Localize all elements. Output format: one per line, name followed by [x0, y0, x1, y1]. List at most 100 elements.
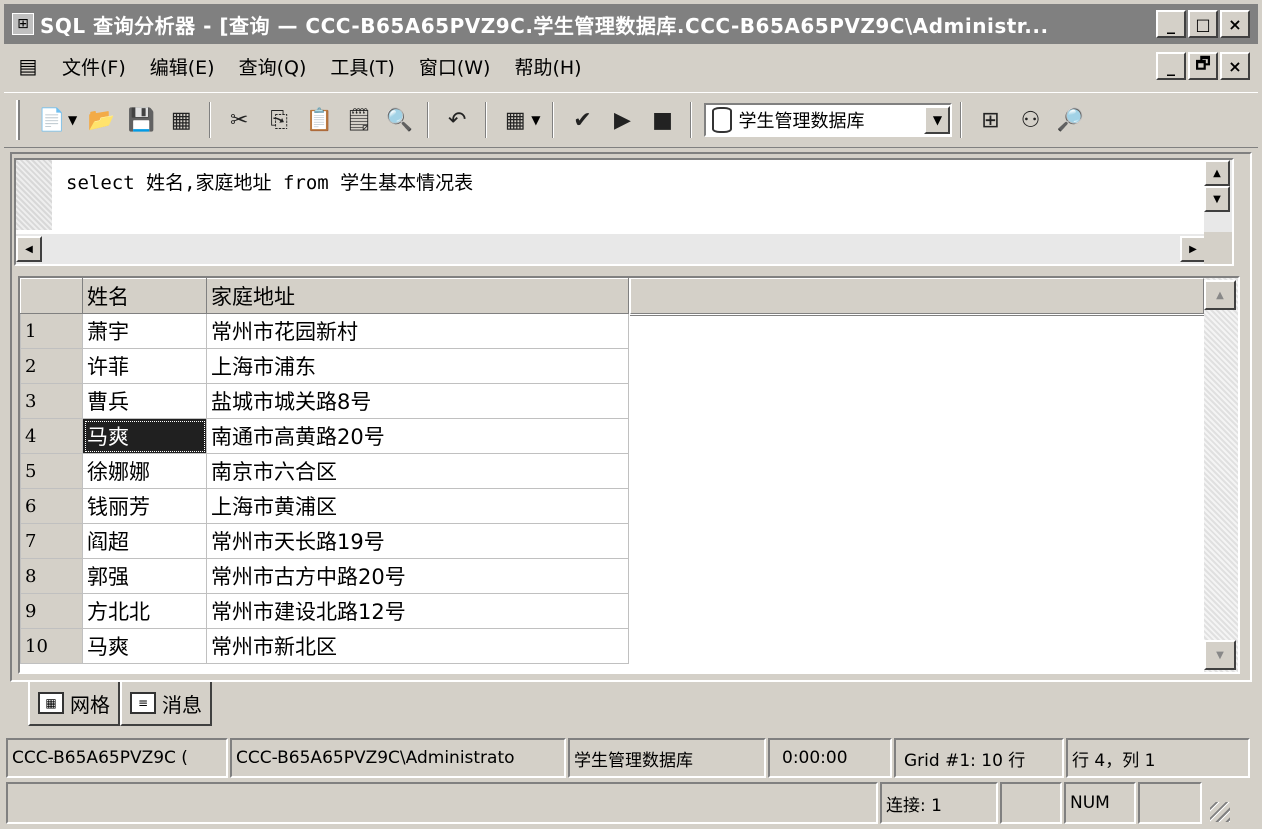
cell-address[interactable]: 常州市古方中路20号 — [206, 558, 629, 594]
child-restore-button[interactable]: 🗗 — [1188, 52, 1218, 80]
database-select[interactable]: 学生管理数据库 ▼ — [704, 103, 953, 137]
cell-name[interactable]: 郭强 — [82, 558, 207, 594]
menu-help[interactable]: 帮助(H) — [502, 53, 593, 80]
parse-check-icon[interactable]: ✔ — [567, 105, 597, 135]
editor-vertical-scrollbar[interactable]: ▲ ▼ — [1204, 160, 1232, 232]
open-folder-icon[interactable]: 📂 — [86, 105, 116, 135]
row-number[interactable]: 9 — [20, 593, 83, 629]
cell-address[interactable]: 常州市天长路19号 — [206, 523, 629, 559]
row-number[interactable]: 10 — [20, 628, 83, 664]
chevron-down-icon[interactable]: ▼ — [924, 106, 951, 134]
row-number[interactable]: 7 — [20, 523, 83, 559]
cell-address[interactable]: 上海市浦东 — [206, 348, 629, 384]
copy-icon[interactable]: ⎘ — [264, 105, 294, 135]
close-button[interactable]: × — [1220, 10, 1250, 38]
title-bar: ⊞ SQL 查询分析器 - [查询 — CCC-B65A65PVZ9C.学生管理… — [4, 4, 1258, 44]
cell-address[interactable]: 南通市高黄路20号 — [206, 418, 629, 454]
scroll-up-icon[interactable]: ▲ — [1204, 160, 1230, 186]
database-select-value: 学生管理数据库 — [738, 111, 865, 132]
grid-scroll-up-icon[interactable]: ▲ — [1204, 280, 1236, 310]
column-header-address[interactable]: 家庭地址 — [206, 278, 629, 314]
cell-name[interactable]: 许菲 — [82, 348, 207, 384]
cell-name[interactable]: 萧宇 — [82, 313, 207, 349]
find-icon[interactable]: 🔍 — [384, 105, 414, 135]
tab-grid-label: 网格 — [70, 692, 110, 717]
cell-address[interactable]: 上海市黄浦区 — [206, 488, 629, 524]
cell-name-selected[interactable]: 马爽 — [82, 418, 207, 454]
row-number[interactable]: 6 — [20, 488, 83, 524]
tab-grid[interactable]: ▦ 网格 — [28, 682, 120, 726]
child-close-button[interactable]: × — [1220, 52, 1250, 80]
status-row-count: Grid #1: 10 行 — [894, 738, 1064, 778]
object-search-icon[interactable]: ⚇ — [1015, 105, 1045, 135]
cell-name[interactable]: 曹兵 — [82, 383, 207, 419]
cell-name[interactable]: 方北北 — [82, 593, 207, 629]
menu-file[interactable]: 文件(F) — [50, 53, 138, 80]
clear-window-icon[interactable]: 🗒 — [344, 105, 374, 135]
cell-address[interactable]: 常州市花园新村 — [206, 313, 629, 349]
grid-scroll-down-icon[interactable]: ▼ — [1204, 640, 1236, 670]
execute-icon[interactable]: ▶ — [607, 105, 637, 135]
app-icon: ⊞ — [12, 13, 34, 35]
load-script-icon[interactable]: ▦ — [166, 105, 196, 135]
cell-address[interactable]: 南京市六合区 — [206, 453, 629, 489]
query-text[interactable]: select 姓名,家庭地址 from 学生基本情况表 — [66, 168, 473, 195]
row-number[interactable]: 5 — [20, 453, 83, 489]
cell-address[interactable]: 常州市建设北路12号 — [206, 593, 629, 629]
object-browser-icon[interactable]: ⊞ — [975, 105, 1005, 135]
toolbar-grip[interactable] — [16, 100, 20, 140]
cell-name[interactable]: 钱丽芳 — [82, 488, 207, 524]
toolbar: 📄 ▼ 📂 💾 ▦ ✂ ⎘ 📋 🗒 🔍 ↶ ▦ ▼ ✔ ▶ ■ 学生管理数据库 … — [4, 92, 1258, 148]
column-header-name[interactable]: 姓名 — [82, 278, 207, 314]
tab-messages[interactable]: ≡ 消息 — [120, 682, 212, 726]
undo-icon[interactable]: ↶ — [442, 105, 472, 135]
app-status-bar: 连接: 1 NUM — [6, 782, 1256, 824]
cell-name[interactable]: 马爽 — [82, 628, 207, 664]
row-header-corner[interactable] — [20, 278, 83, 314]
new-query-icon[interactable]: 📄 — [37, 105, 67, 135]
row-number[interactable]: 3 — [20, 383, 83, 419]
menu-query[interactable]: 查询(Q) — [227, 53, 319, 80]
results-grid-icon[interactable]: ▦ — [500, 105, 530, 135]
scroll-right-icon[interactable]: ▶ — [1180, 236, 1206, 262]
status-connections: 连接: 1 — [880, 782, 998, 824]
paste-icon[interactable]: 📋 — [304, 105, 334, 135]
menu-tools[interactable]: 工具(T) — [318, 53, 406, 80]
editor-horizontal-scrollbar[interactable]: ◀ ▶ — [16, 234, 1206, 264]
resize-grip-icon[interactable] — [1204, 782, 1232, 824]
save-icon[interactable]: 💾 — [126, 105, 156, 135]
new-dropdown-icon[interactable]: ▼ — [68, 113, 77, 127]
result-tabs: ▦ 网格 ≡ 消息 — [28, 682, 212, 730]
scroll-left-icon[interactable]: ◀ — [16, 236, 42, 262]
scroll-down-icon[interactable]: ▼ — [1204, 186, 1230, 212]
table-row: 6 钱丽芳 上海市黄浦区 — [20, 488, 629, 524]
status-elapsed-time: 0:00:00 — [768, 738, 892, 778]
cell-name[interactable]: 徐娜娜 — [82, 453, 207, 489]
execution-plan-icon[interactable]: 🔎 — [1055, 105, 1085, 135]
child-minimize-button[interactable]: _ — [1156, 52, 1186, 80]
cut-icon[interactable]: ✂ — [224, 105, 254, 135]
grid-vertical-scrollbar[interactable]: ▲ ▼ — [1204, 278, 1238, 672]
stop-icon[interactable]: ■ — [647, 105, 677, 135]
row-number[interactable]: 4 — [20, 418, 83, 454]
status-message — [6, 782, 878, 824]
row-number[interactable]: 2 — [20, 348, 83, 384]
results-table: 姓名 家庭地址 1 萧宇 常州市花园新村 2 许菲 上海市浦东 3 曹兵 盐城市… — [20, 278, 629, 664]
table-row: 2 许菲 上海市浦东 — [20, 348, 629, 384]
status-scroll-lock — [1138, 782, 1202, 824]
cell-address[interactable]: 常州市新北区 — [206, 628, 629, 664]
row-number[interactable]: 8 — [20, 558, 83, 594]
minimize-button[interactable]: _ — [1156, 10, 1186, 38]
row-number[interactable]: 1 — [20, 313, 83, 349]
query-editor[interactable]: select 姓名,家庭地址 from 学生基本情况表 ▲ ▼ ◀ ▶ — [14, 158, 1234, 266]
document-icon[interactable]: ▤ — [14, 53, 42, 79]
table-row: 1 萧宇 常州市花园新村 — [20, 313, 629, 349]
results-dropdown-icon[interactable]: ▼ — [531, 113, 540, 127]
table-row: 7 阎超 常州市天长路19号 — [20, 523, 629, 559]
cell-name[interactable]: 阎超 — [82, 523, 207, 559]
cell-address[interactable]: 盐城市城关路8号 — [206, 383, 629, 419]
menu-window[interactable]: 窗口(W) — [407, 53, 503, 80]
maximize-button[interactable]: □ — [1188, 10, 1218, 38]
menu-bar: ▤ 文件(F) 编辑(E) 查询(Q) 工具(T) 窗口(W) 帮助(H) _ … — [4, 46, 1258, 86]
menu-edit[interactable]: 编辑(E) — [138, 53, 227, 80]
